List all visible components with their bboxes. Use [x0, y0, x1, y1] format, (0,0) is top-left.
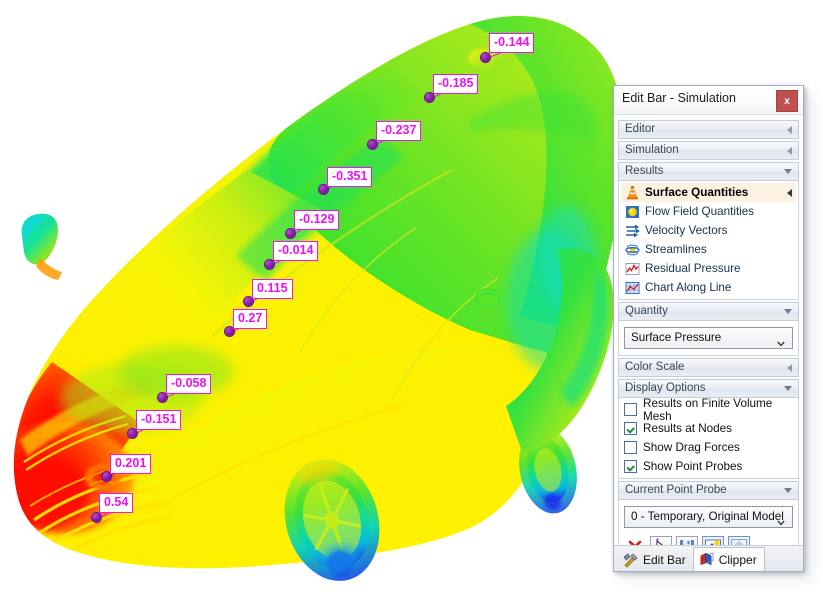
cone-icon — [624, 185, 641, 201]
probe-value-label: 0.54 — [99, 493, 133, 513]
panel-titlebar: Edit Bar - Simulation x — [614, 86, 803, 115]
tab-clipper[interactable]: Clipper — [693, 547, 765, 571]
panel-tab-strip: Edit Bar Clipper — [614, 545, 803, 571]
checkbox-results-on-finite-volume-mesh[interactable]: Results on Finite Volume Mesh — [621, 400, 796, 419]
section-label-simulation: Simulation — [625, 144, 679, 156]
checkbox-label: Show Drag Forces — [643, 441, 740, 454]
probe-value-label: -0.014 — [273, 241, 318, 261]
chevron-down-icon — [777, 335, 785, 343]
section-label-display-options: Display Options — [625, 382, 706, 394]
quantity-body: Surface Pressure — [618, 321, 799, 356]
checkbox-icon[interactable] — [624, 422, 637, 435]
point-probe-selected-value: 0 - Temporary, Original Model — [631, 510, 784, 523]
quantity-selected-value: Surface Pressure — [631, 331, 721, 344]
section-header-display-options[interactable]: Display Options — [618, 379, 799, 398]
results-item-velocity-vectors[interactable]: Velocity Vectors — [621, 221, 796, 240]
tab-edit-bar[interactable]: Edit Bar — [618, 549, 693, 571]
probe-dot[interactable] — [158, 393, 167, 402]
results-item-flow-field-quantities[interactable]: Flow Field Quantities — [621, 202, 796, 221]
streamlines-icon — [624, 242, 641, 258]
checkbox-label: Results on Finite Volume Mesh — [643, 397, 796, 423]
edit-bar-panel[interactable]: Edit Bar - Simulation x Editor Simulatio… — [613, 85, 804, 572]
quantity-select[interactable]: Surface Pressure — [624, 327, 793, 349]
chevron-left-icon — [787, 189, 792, 197]
section-header-current-point-probe[interactable]: Current Point Probe — [618, 481, 799, 500]
point-probe-select[interactable]: 0 - Temporary, Original Model — [624, 506, 793, 528]
chevron-left-icon — [787, 147, 792, 155]
section-header-color-scale[interactable]: Color Scale — [618, 358, 799, 377]
chevron-down-icon — [777, 514, 785, 522]
section-header-editor[interactable]: Editor — [618, 120, 799, 139]
results-item-streamlines[interactable]: Streamlines — [621, 240, 796, 259]
checkbox-icon[interactable] — [624, 403, 637, 416]
results-item-residual-pressure[interactable]: Residual Pressure — [621, 259, 796, 278]
chevron-left-icon — [787, 364, 792, 372]
tab-label: Edit Bar — [643, 553, 686, 567]
section-label-color-scale: Color Scale — [625, 361, 684, 373]
probe-value-label: -0.185 — [433, 74, 478, 94]
results-item-label: Chart Along Line — [645, 281, 731, 294]
results-item-surface-quantities[interactable]: Surface Quantities — [621, 183, 796, 202]
section-header-results[interactable]: Results — [618, 162, 799, 181]
probe-value-label: 0.201 — [110, 454, 151, 474]
checkbox-label: Results at Nodes — [643, 422, 732, 435]
section-label-editor: Editor — [625, 123, 655, 135]
probe-dot[interactable] — [481, 53, 490, 62]
results-item-chart-along-line[interactable]: Chart Along Line — [621, 278, 796, 297]
section-label-quantity: Quantity — [625, 305, 668, 317]
probe-dot[interactable] — [368, 140, 377, 149]
probe-value-label: -0.144 — [489, 33, 534, 53]
section-header-quantity[interactable]: Quantity — [618, 302, 799, 321]
display-options-body: Results on Finite Volume Mesh Results at… — [618, 398, 799, 479]
probe-dot[interactable] — [128, 429, 137, 438]
sphere-icon — [624, 204, 641, 220]
cube-icon — [699, 552, 715, 567]
section-label-results: Results — [625, 165, 663, 177]
close-icon[interactable]: x — [776, 90, 798, 112]
tab-label: Clipper — [719, 553, 757, 567]
results-item-label: Velocity Vectors — [645, 224, 728, 237]
arrows-icon — [624, 223, 641, 239]
probe-dot[interactable] — [286, 229, 295, 238]
chevron-down-icon — [784, 386, 792, 391]
probe-dot[interactable] — [425, 93, 434, 102]
probe-value-label: -0.151 — [136, 410, 181, 430]
probe-value-label: -0.129 — [294, 210, 339, 230]
tools-icon — [623, 553, 639, 568]
side-mirror — [22, 214, 62, 280]
probe-value-label: 0.27 — [233, 309, 267, 329]
probe-value-label: 0.115 — [252, 279, 293, 299]
checkbox-icon[interactable] — [624, 441, 637, 454]
results-item-label: Streamlines — [645, 243, 707, 256]
chevron-down-icon — [784, 488, 792, 493]
checkbox-icon[interactable] — [624, 460, 637, 473]
results-item-label: Residual Pressure — [645, 262, 741, 275]
section-label-current-point-probe: Current Point Probe — [625, 484, 727, 496]
chart-icon — [624, 280, 641, 296]
probe-value-label: -0.351 — [327, 167, 372, 187]
results-item-label: Flow Field Quantities — [645, 205, 754, 218]
section-header-simulation[interactable]: Simulation — [618, 141, 799, 160]
probe-value-label: -0.058 — [166, 374, 211, 394]
checkbox-show-drag-forces[interactable]: Show Drag Forces — [621, 438, 796, 457]
probe-value-label: -0.237 — [376, 121, 421, 141]
residual-icon — [624, 261, 641, 277]
chevron-down-icon — [784, 309, 792, 314]
chevron-down-icon — [784, 169, 792, 174]
panel-title: Edit Bar - Simulation — [622, 91, 736, 105]
probe-dot[interactable] — [265, 260, 274, 269]
checkbox-label: Show Point Probes — [643, 460, 742, 473]
checkbox-show-point-probes[interactable]: Show Point Probes — [621, 457, 796, 476]
results-item-label: Surface Quantities — [645, 186, 748, 199]
probe-dot[interactable] — [92, 513, 101, 522]
results-list: Surface Quantities Flow Field Quantities — [618, 181, 799, 300]
chevron-left-icon — [787, 126, 792, 134]
